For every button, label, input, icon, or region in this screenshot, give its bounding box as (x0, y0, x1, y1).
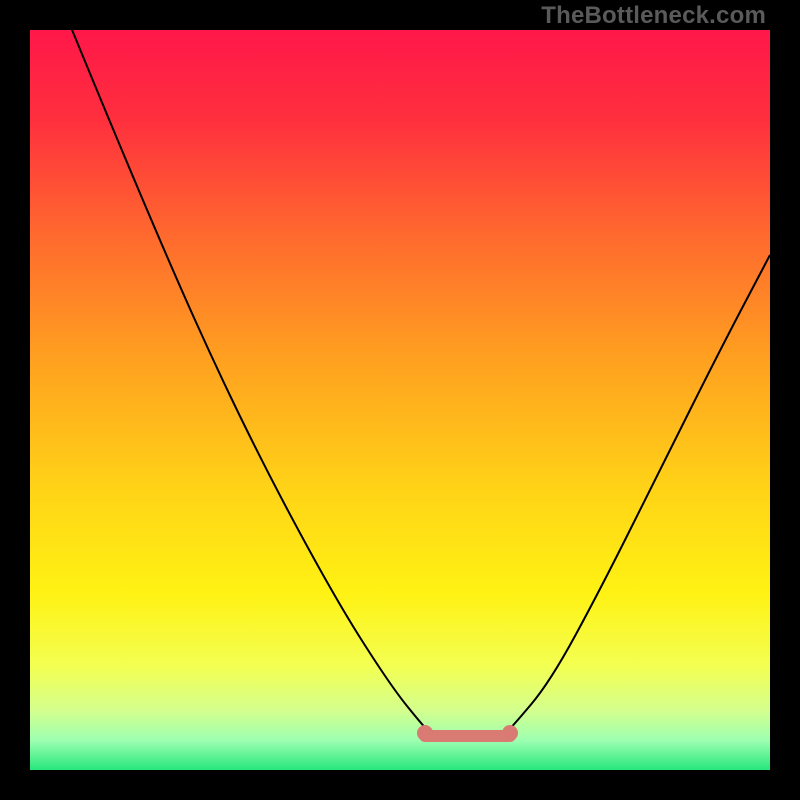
chart-frame (0, 0, 800, 800)
watermark-text: TheBottleneck.com (541, 2, 766, 30)
